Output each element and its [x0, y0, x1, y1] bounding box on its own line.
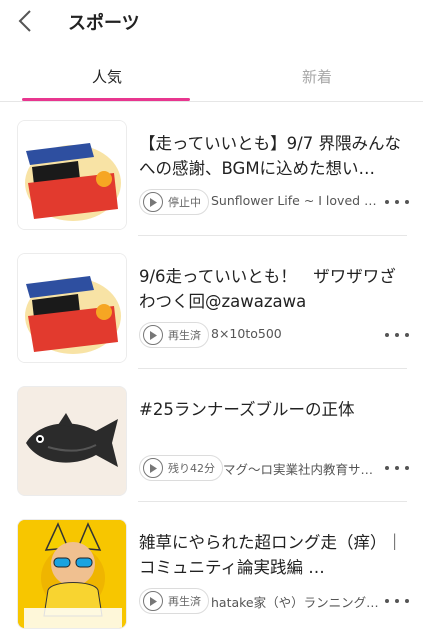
chevron-left-icon [18, 10, 31, 32]
episode-title: 【走っていいとも】9/7 界隈みんなへの感謝、BGMに込めた想い… [139, 134, 401, 178]
episode-title: 9/6走っていいとも！ ザワザワざわつく回@zawazawa [139, 267, 396, 311]
episode-meta: 再生済 hatake家（や）ランニング… [139, 588, 409, 614]
episode-title: #25ランナーズブルーの正体 [139, 400, 355, 419]
episode-item[interactable]: 9/6走っていいとも！ ザワザワざわつく回@zawazawa 再生済 8×10t… [0, 236, 423, 369]
play-icon [143, 591, 163, 611]
show-name[interactable]: Sunflower Life ~ I loved Ye… [211, 193, 381, 208]
play-status-label: 残り42分 [168, 462, 215, 475]
play-icon [143, 458, 163, 478]
episode-thumbnail[interactable] [17, 519, 127, 629]
more-options-icon[interactable] [385, 194, 409, 210]
episode-item[interactable]: 【走っていいとも】9/7 界隈みんなへの感謝、BGMに込めた想い… 停止中 Su… [0, 103, 423, 236]
episode-thumbnail[interactable] [17, 120, 127, 230]
hashitte-iitomo-logo-image [18, 254, 126, 362]
episode-thumbnail[interactable] [17, 386, 127, 496]
play-status-button[interactable]: 再生済 [139, 322, 209, 348]
episode-meta: 再生済 8×10to500 [139, 322, 409, 348]
episode-thumbnail[interactable] [17, 253, 127, 363]
play-status-label: 再生済 [168, 329, 201, 342]
episode-item[interactable]: 雑草にやられた超ロング走（痒）｜コミュニティ論実践編 … 再生済 hatake家… [0, 502, 423, 635]
more-options-icon[interactable] [385, 327, 409, 343]
play-status-label: 停止中 [168, 196, 201, 209]
play-status-label: 再生済 [168, 595, 201, 608]
show-name[interactable]: マグ〜ロ実業社内教育サ… [223, 459, 381, 478]
play-status-button[interactable]: 停止中 [139, 189, 209, 215]
tab-bar: 人気 新着 [0, 60, 423, 102]
tab-new[interactable]: 新着 [302, 66, 332, 87]
play-status-button[interactable]: 残り42分 [139, 455, 223, 481]
show-name[interactable]: 8×10to500 [211, 326, 381, 341]
tab-popular[interactable]: 人気 [92, 66, 122, 87]
play-status-button[interactable]: 再生済 [139, 588, 209, 614]
episode-meta: 残り42分 マグ〜ロ実業社内教育サ… [139, 455, 409, 481]
episode-meta: 停止中 Sunflower Life ~ I loved Ye… [139, 189, 409, 215]
hatake-avatar-image [18, 520, 126, 628]
play-icon [143, 192, 163, 212]
more-options-icon[interactable] [385, 460, 409, 476]
episode-item[interactable]: #25ランナーズブルーの正体 残り42分 マグ〜ロ実業社内教育サ… [0, 369, 423, 502]
more-options-icon[interactable] [385, 593, 409, 609]
active-tab-indicator [22, 98, 190, 101]
tuna-fish-image [18, 387, 126, 495]
play-icon [143, 325, 163, 345]
app-header: スポーツ [0, 0, 423, 44]
show-name[interactable]: hatake家（や）ランニング… [211, 592, 381, 611]
hashitte-iitomo-logo-image [18, 121, 126, 229]
episode-title: 雑草にやられた超ロング走（痒）｜コミュニティ論実践編 … [139, 533, 403, 577]
page-title: スポーツ [68, 13, 140, 34]
back-button[interactable] [10, 6, 40, 36]
